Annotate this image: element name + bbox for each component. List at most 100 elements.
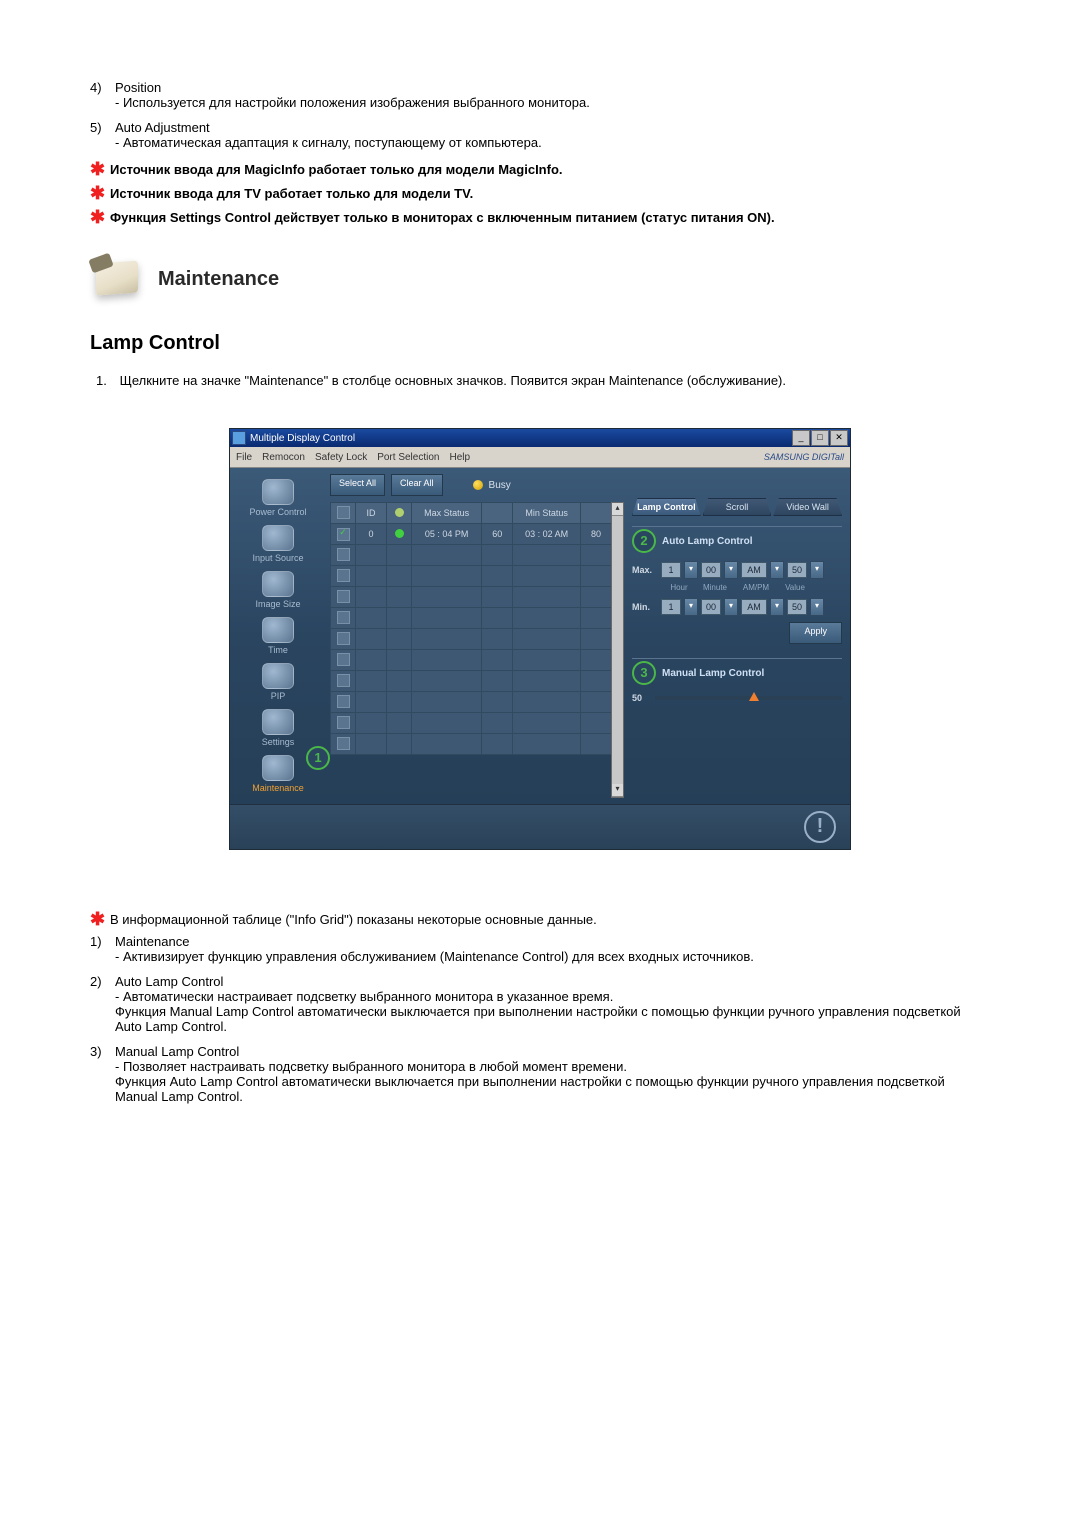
- dropdown-icon[interactable]: ▾: [810, 598, 824, 616]
- dropdown-icon[interactable]: ▾: [770, 561, 784, 579]
- maximize-button[interactable]: □: [811, 430, 829, 446]
- list-item: 5) Auto Adjustment - Автоматическая адап…: [90, 120, 990, 150]
- slider-thumb-icon[interactable]: [749, 692, 759, 701]
- list-item: 1) Maintenance - Активизирует функцию уп…: [90, 934, 990, 964]
- col-id[interactable]: ID: [356, 503, 387, 524]
- table-row[interactable]: [331, 671, 612, 692]
- note-line: ✱ В информационной таблице ("Info Grid")…: [90, 910, 990, 928]
- note-text: Функция Settings Control действует тольк…: [110, 208, 990, 225]
- dropdown-icon[interactable]: ▾: [724, 561, 738, 579]
- maintenance-nav-icon: [262, 755, 294, 781]
- sidebar-item-input-source[interactable]: Input Source: [236, 522, 320, 566]
- table-row[interactable]: [331, 734, 612, 755]
- list-item: 4) Position - Используется для настройки…: [90, 80, 990, 110]
- table-row[interactable]: [331, 650, 612, 671]
- close-button[interactable]: ✕: [830, 430, 848, 446]
- menu-remocon[interactable]: Remocon: [262, 452, 305, 463]
- row-checkbox[interactable]: [337, 528, 350, 541]
- max-value-input[interactable]: 50: [787, 562, 807, 578]
- sidebar-item-power-control[interactable]: Power Control: [236, 476, 320, 520]
- apply-button[interactable]: Apply: [789, 622, 842, 644]
- item-desc: - Автоматическая адаптация к сигналу, по…: [90, 135, 990, 150]
- star-icon: ✱: [90, 184, 110, 202]
- minimize-button[interactable]: _: [792, 430, 810, 446]
- power-icon: [262, 479, 294, 505]
- tab-lamp-control[interactable]: Lamp Control: [632, 498, 701, 516]
- note-line: ✱ Функция Settings Control действует тол…: [90, 208, 990, 226]
- min-label: Min.: [632, 602, 658, 612]
- item-number: 3): [90, 1044, 115, 1059]
- sidebar-item-time[interactable]: Time: [236, 614, 320, 658]
- tab-scroll[interactable]: Scroll: [703, 498, 772, 516]
- brand-label: SAMSUNG DIGITall: [764, 452, 844, 462]
- scroll-up-button[interactable]: ▴: [612, 503, 623, 516]
- table-row[interactable]: [331, 545, 612, 566]
- dropdown-icon[interactable]: ▾: [684, 561, 698, 579]
- time-column-labels: Hour Minute AM/PM Value: [662, 583, 842, 592]
- col-status[interactable]: [387, 503, 412, 524]
- menu-help[interactable]: Help: [449, 452, 470, 463]
- callout-3: 3: [632, 661, 656, 685]
- auto-lamp-panel-title: 2 Auto Lamp Control: [632, 526, 842, 553]
- min-ampm-input[interactable]: AM: [741, 599, 767, 615]
- menu-safety-lock[interactable]: Safety Lock: [315, 452, 367, 463]
- col-max-status[interactable]: Max Status: [412, 503, 482, 524]
- table-row[interactable]: [331, 587, 612, 608]
- sidebar-item-image-size[interactable]: Image Size: [236, 568, 320, 612]
- window-titlebar[interactable]: Multiple Display Control _ □ ✕: [230, 429, 850, 447]
- note-line: ✱ Источник ввода для TV работает только …: [90, 184, 990, 202]
- col-min-status[interactable]: Min Status: [513, 503, 581, 524]
- max-label: Max.: [632, 565, 658, 575]
- table-row[interactable]: 0 05 : 04 PM 60 03 : 02 AM 80: [331, 524, 612, 545]
- pip-icon: [262, 663, 294, 689]
- item-number: 2): [90, 974, 115, 989]
- table-row[interactable]: [331, 692, 612, 713]
- table-row[interactable]: [331, 566, 612, 587]
- col-check[interactable]: [331, 503, 356, 524]
- table-row[interactable]: [331, 608, 612, 629]
- list-item: 2) Auto Lamp Control - Автоматически нас…: [90, 974, 990, 1034]
- tab-video-wall[interactable]: Video Wall: [773, 498, 842, 516]
- max-minute-input[interactable]: 00: [701, 562, 721, 578]
- col-max-val[interactable]: [482, 503, 513, 524]
- scroll-down-button[interactable]: ▾: [612, 784, 623, 797]
- image-size-icon: [262, 571, 294, 597]
- min-minute-input[interactable]: 00: [701, 599, 721, 615]
- star-icon: ✱: [90, 910, 110, 928]
- min-hour-input[interactable]: 1: [661, 599, 681, 615]
- sidebar-item-settings[interactable]: Settings: [236, 706, 320, 750]
- max-ampm-input[interactable]: AM: [741, 562, 767, 578]
- table-row[interactable]: [331, 629, 612, 650]
- dropdown-icon[interactable]: ▾: [724, 598, 738, 616]
- busy-indicator-icon: [473, 480, 483, 490]
- menu-file[interactable]: File: [236, 452, 252, 463]
- sidebar-item-label: Settings: [262, 737, 295, 747]
- dropdown-icon[interactable]: ▾: [770, 598, 784, 616]
- table-row[interactable]: [331, 713, 612, 734]
- item-number: 4): [90, 80, 115, 95]
- ampm-label: AM/PM: [734, 583, 778, 592]
- clear-all-button[interactable]: Clear All: [391, 474, 443, 496]
- busy-label: Busy: [489, 480, 511, 491]
- item-title: Maintenance: [115, 934, 990, 949]
- menu-port-selection[interactable]: Port Selection: [377, 452, 439, 463]
- sidebar-item-label: Input Source: [252, 553, 303, 563]
- col-min-val[interactable]: [581, 503, 612, 524]
- max-hour-input[interactable]: 1: [661, 562, 681, 578]
- min-value-input[interactable]: 50: [787, 599, 807, 615]
- scrollbar[interactable]: ▴ ▾: [611, 502, 624, 798]
- note-text: Источник ввода для MagicInfo работает то…: [110, 160, 990, 177]
- window-title: Multiple Display Control: [250, 433, 355, 444]
- info-grid: ID Max Status Min Status 0: [330, 502, 612, 798]
- star-icon: ✱: [90, 160, 110, 178]
- callout-2: 2: [632, 529, 656, 553]
- select-all-button[interactable]: Select All: [330, 474, 385, 496]
- section-title: Maintenance: [158, 268, 279, 291]
- input-source-icon: [262, 525, 294, 551]
- dropdown-icon[interactable]: ▾: [810, 561, 824, 579]
- max-row: Max. 1 ▾ 00 ▾ AM ▾ 50 ▾: [632, 561, 842, 579]
- manual-slider[interactable]: [655, 696, 842, 700]
- dropdown-icon[interactable]: ▾: [684, 598, 698, 616]
- sidebar-item-pip[interactable]: PIP: [236, 660, 320, 704]
- item-title: Auto Adjustment: [115, 120, 990, 135]
